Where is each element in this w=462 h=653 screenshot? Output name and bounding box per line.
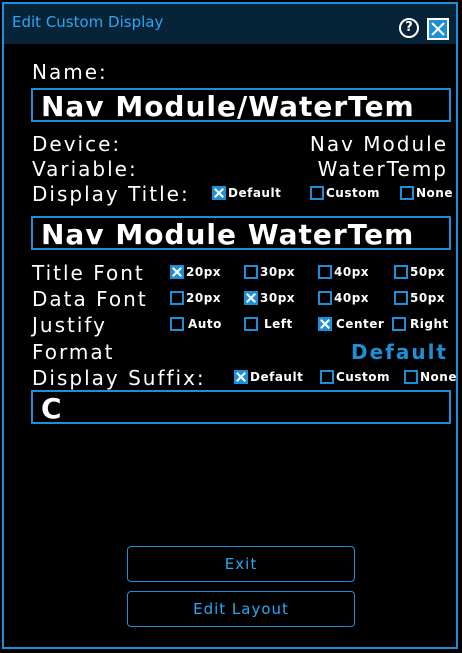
justify-auto-label: Auto (188, 317, 222, 331)
title-font-label: Title Font (32, 261, 145, 285)
data-font-20px-label: 20px (186, 291, 222, 305)
edit-custom-display-window: Edit Custom Display ? Name: Nav Module/W… (2, 2, 458, 649)
justify-auto-checkbox[interactable] (170, 317, 184, 331)
data-font-20px-checkbox[interactable] (170, 291, 184, 305)
display-suffix-default-checkbox[interactable] (234, 370, 248, 384)
display-suffix-input[interactable]: C (31, 390, 451, 424)
justify-center-label-clip: Center (336, 317, 391, 333)
data-font-30px-checkbox[interactable] (244, 291, 258, 305)
title-font-30px-checkbox[interactable] (244, 265, 258, 279)
format-dropdown[interactable]: Default (351, 340, 448, 364)
help-icon[interactable]: ? (399, 18, 419, 38)
title-font-20px-checkbox[interactable] (170, 265, 184, 279)
display-suffix-none-label-clip: None (420, 370, 456, 386)
display-title-custom-label: Custom (326, 186, 380, 200)
display-suffix-input-value: C (41, 392, 63, 424)
display-title-default-checkbox[interactable] (212, 186, 226, 200)
justify-left-label: Left (264, 317, 293, 331)
data-font-40px-checkbox[interactable] (318, 291, 332, 305)
justify-label: Justify (32, 313, 107, 337)
display-suffix-custom-label-clip: Custom (336, 370, 402, 386)
justify-right-checkbox[interactable] (392, 317, 406, 331)
title-bar: Edit Custom Display ? (4, 4, 456, 44)
justify-left-checkbox[interactable] (244, 317, 258, 331)
data-font-40px-label: 40px (334, 291, 370, 305)
data-font-50px-label: 50px (410, 291, 446, 305)
display-title-input[interactable]: Nav Module WaterTem (31, 216, 451, 250)
title-font-40px-checkbox[interactable] (318, 265, 332, 279)
justify-center-label: Center (336, 317, 385, 331)
data-font-label: Data Font (32, 287, 148, 311)
variable-label: Variable: (32, 157, 138, 181)
title-font-50px-label: 50px (410, 265, 446, 279)
name-input[interactable]: Nav Module/WaterTem (31, 88, 451, 122)
display-suffix-default-label: Default (250, 370, 304, 384)
exit-button[interactable]: Exit (127, 546, 355, 582)
window-title: Edit Custom Display (12, 13, 164, 31)
title-font-40px-label: 40px (334, 265, 370, 279)
display-suffix-label: Display Suffix: (32, 366, 206, 390)
display-title-default-label: Default (228, 186, 282, 200)
edit-layout-button[interactable]: Edit Layout (127, 591, 355, 627)
display-suffix-none-label: None (420, 370, 456, 384)
device-label: Device: (32, 132, 122, 156)
display-title-none-label: None (416, 186, 453, 200)
format-label: Format (32, 340, 115, 364)
display-suffix-custom-label: Custom (336, 370, 390, 384)
data-font-30px-label: 30px (260, 291, 296, 305)
display-suffix-none-checkbox[interactable] (404, 370, 418, 384)
data-font-50px-checkbox[interactable] (394, 291, 408, 305)
device-value: Nav Module (309, 132, 448, 156)
variable-value: WaterTemp (317, 157, 448, 181)
display-title-input-value: Nav Module WaterTem (41, 218, 415, 250)
name-input-value: Nav Module/WaterTem (41, 90, 415, 122)
title-font-20px-label: 20px (186, 265, 222, 279)
justify-center-checkbox[interactable] (318, 317, 332, 331)
display-title-custom-checkbox[interactable] (310, 186, 324, 200)
display-suffix-custom-checkbox[interactable] (320, 370, 334, 384)
display-suffix-default-label-clip: Default (250, 370, 318, 386)
title-font-30px-label: 30px (260, 265, 296, 279)
close-icon[interactable] (427, 18, 449, 40)
title-font-50px-checkbox[interactable] (394, 265, 408, 279)
justify-right-label: Right (410, 317, 449, 331)
display-title-none-checkbox[interactable] (400, 186, 414, 200)
name-label: Name: (32, 60, 108, 84)
display-title-label: Display Title: (32, 182, 190, 206)
